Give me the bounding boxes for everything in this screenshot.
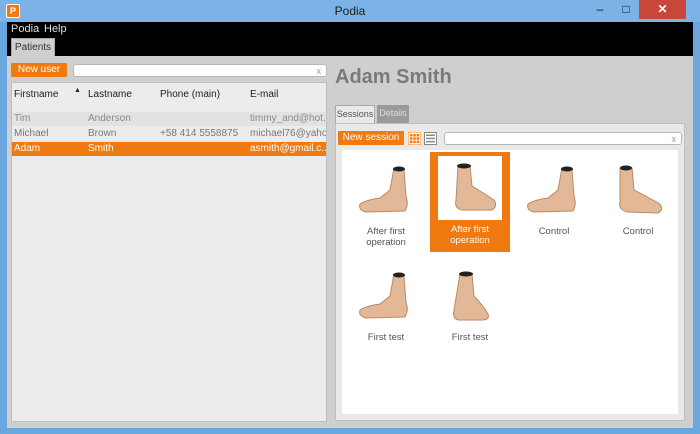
content-area: New user x Firstname ▲ Lastname Phone (m… [7, 56, 693, 428]
foot-icon [359, 272, 408, 319]
session-label-line1: Control [622, 226, 654, 237]
foot-icon [359, 166, 408, 213]
session-label-line1: After first [450, 224, 489, 235]
session-gallery: After first operation After first operat… [342, 150, 678, 414]
session-card-selected[interactable]: After first operation [430, 152, 510, 252]
session-card[interactable]: First test [346, 260, 426, 360]
cell-firstname: Michael [14, 128, 49, 139]
list-view-icon[interactable] [424, 132, 437, 145]
title-bar[interactable]: P Podia – □ ✕ [0, 0, 700, 22]
menu-podia[interactable]: Podia [11, 23, 39, 35]
session-label-line1: First test [367, 332, 405, 343]
cell-firstname: Adam [14, 143, 41, 154]
menu-bar: Podia Help [7, 22, 693, 36]
session-label-line2: operation [366, 237, 406, 248]
session-label-line1: Control [538, 226, 570, 237]
table-row[interactable]: Tim Anderson timmy_and@hot... [12, 112, 326, 126]
session-card[interactable]: First test [430, 260, 510, 360]
column-header-lastname[interactable]: Lastname [88, 89, 132, 100]
foot-icon [619, 165, 663, 214]
foot-icon [453, 271, 489, 321]
cell-lastname: Smith [88, 143, 114, 154]
maximize-button[interactable]: □ [613, 0, 639, 19]
column-header-phone[interactable]: Phone (main) [160, 89, 220, 100]
column-header-email[interactable]: E-mail [250, 89, 278, 100]
table-row-selected[interactable]: Adam Smith asmith@gmail.c... [12, 142, 326, 156]
cell-lastname: Brown [88, 128, 117, 139]
session-card[interactable]: Control [514, 154, 594, 254]
new-session-button[interactable]: New session [338, 131, 404, 145]
main-tab-strip: Patients [7, 36, 693, 56]
session-label-line1: First test [451, 332, 489, 343]
tab-details[interactable]: Details [377, 105, 409, 123]
clear-icon[interactable]: x [317, 66, 322, 76]
cell-lastname: Anderson [88, 113, 131, 124]
table-row[interactable]: Michael Brown +58 414 5558875 michael76@… [12, 127, 326, 141]
foot-icon [527, 166, 576, 213]
sessions-panel: New session x After first operation Afte… [335, 123, 685, 421]
menu-help[interactable]: Help [44, 23, 67, 35]
column-header-firstname[interactable]: Firstname [14, 89, 58, 100]
session-label-line2: operation [450, 235, 490, 246]
session-card[interactable]: After first operation [346, 154, 426, 254]
grid-view-icon[interactable] [408, 132, 421, 145]
minimize-button[interactable]: – [587, 0, 613, 19]
clear-icon[interactable]: x [672, 134, 677, 144]
new-user-button[interactable]: New user [11, 63, 67, 77]
cell-email: timmy_and@hot... [250, 113, 326, 124]
cell-phone: +58 414 5558875 [160, 128, 239, 139]
tab-patients[interactable]: Patients [11, 38, 55, 56]
cell-email: asmith@gmail.c... [250, 143, 326, 154]
cell-email: michael76@yaho... [250, 128, 326, 139]
sort-ascending-icon: ▲ [74, 87, 81, 94]
patient-search-input[interactable]: x [73, 64, 327, 77]
close-button[interactable]: ✕ [639, 0, 686, 19]
session-label-line1: After first [366, 226, 405, 237]
foot-icon [438, 156, 502, 220]
patient-list: Firstname ▲ Lastname Phone (main) E-mail… [11, 82, 327, 422]
tab-sessions[interactable]: Sessions [335, 105, 375, 123]
cell-firstname: Tim [14, 113, 31, 124]
patient-name-heading: Adam Smith [335, 66, 452, 88]
session-card[interactable]: Control [598, 154, 678, 254]
session-search-input[interactable]: x [444, 132, 682, 145]
